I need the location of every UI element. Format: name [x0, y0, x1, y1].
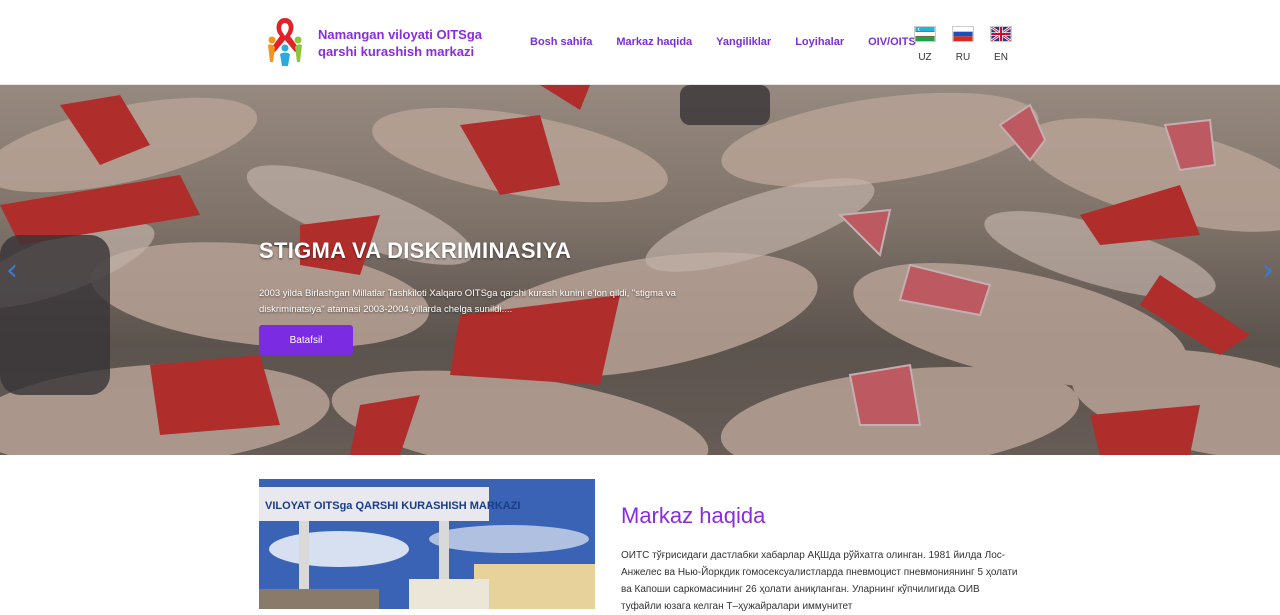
- nav-item-about[interactable]: Markaz haqida: [616, 36, 692, 48]
- logo-icon[interactable]: [262, 16, 308, 68]
- nav-item-projects[interactable]: Loyihalar: [795, 36, 844, 48]
- lang-ru[interactable]: RU: [951, 26, 975, 63]
- hero-description: 2003 yilda Birlashgan Millatlar Tashkilo…: [259, 288, 676, 315]
- read-more-button[interactable]: Batafsil: [259, 325, 353, 355]
- language-switcher: UZ RU EN: [913, 25, 1013, 63]
- nav-item-news[interactable]: Yangiliklar: [716, 36, 771, 48]
- russia-flag-icon: [952, 26, 974, 42]
- hero-overlay: [0, 85, 1280, 455]
- lang-uz-label: UZ: [918, 52, 932, 63]
- uzbekistan-flag-icon: [914, 26, 936, 42]
- lang-ru-label: RU: [955, 52, 971, 63]
- building-photo: VILOYAT OITSga QARSHI KURASHISH MARKAZI: [259, 479, 595, 609]
- brand-line-2: qarshi kurashish markazi: [318, 44, 475, 59]
- site-header: Namangan viloyati OITSga qarshi kurashis…: [0, 0, 1280, 85]
- about-text: ОИТС тўғрисидаги дастлабки хабарлар АҚШд…: [621, 550, 1018, 612]
- nav-item-home[interactable]: Bosh sahifa: [530, 36, 592, 48]
- main-nav: Bosh sahifa Markaz haqida Yangiliklar Lo…: [530, 36, 916, 48]
- center-building-image: VILOYAT OITSga QARSHI KURASHISH MARKAZI: [259, 479, 595, 609]
- lang-en[interactable]: EN: [989, 25, 1013, 63]
- uk-flag-icon: [990, 25, 1012, 43]
- hero-slider[interactable]: STIGMA VA DISKRIMINASIYA 2003 yilda Birl…: [0, 85, 1280, 455]
- lang-en-label: EN: [994, 52, 1008, 63]
- building-sign-text: VILOYAT OITSga QARSHI KURASHISH MARKAZI: [265, 500, 520, 512]
- nav-item-hiv-aids[interactable]: OIV/OITS: [868, 36, 916, 48]
- about-title: Markaz haqida: [621, 503, 766, 528]
- slider-next-icon[interactable]: ›: [1262, 253, 1274, 288]
- lang-uz[interactable]: UZ: [913, 26, 937, 63]
- brand-name[interactable]: Namangan viloyati OITSga qarshi kurashis…: [318, 26, 482, 60]
- slider-prev-icon[interactable]: ‹: [6, 253, 18, 288]
- hero-title: STIGMA VA DISKRIMINASIYA: [259, 238, 572, 263]
- brand-line-1: Namangan viloyati OITSga: [318, 27, 482, 42]
